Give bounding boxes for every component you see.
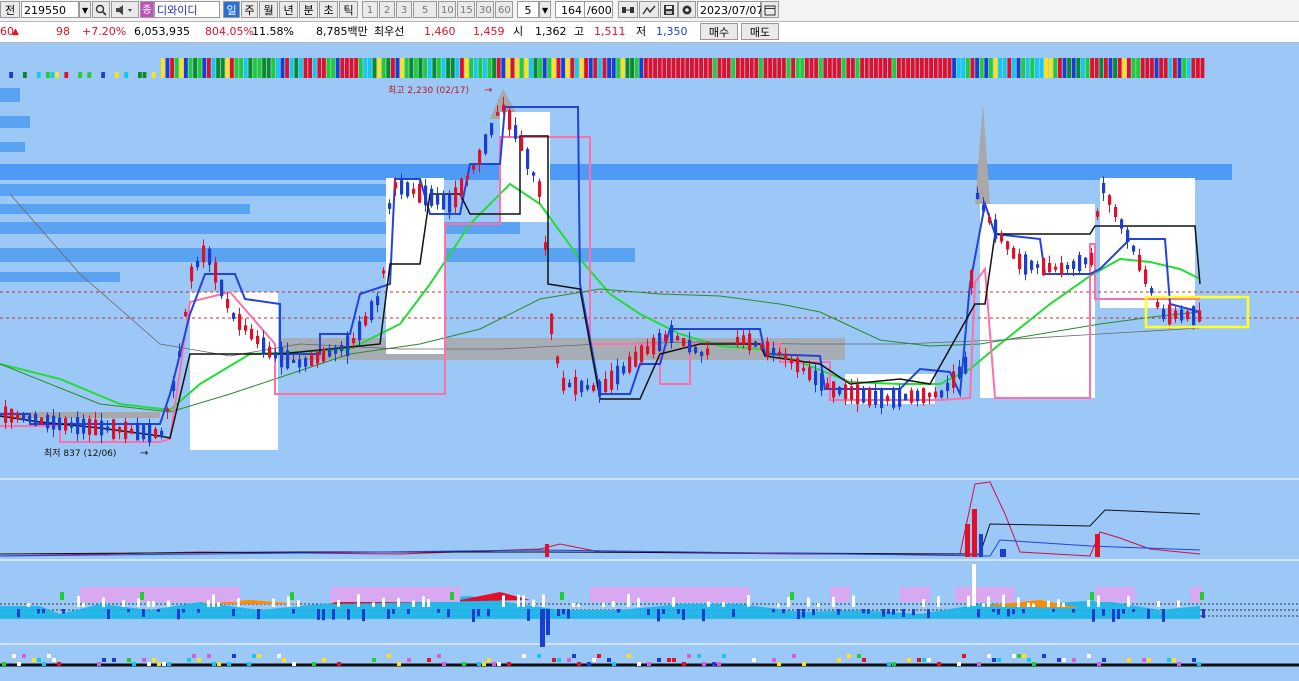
stock-name: 디와이디 <box>154 1 220 18</box>
best-bid: 1,459 <box>473 25 505 38</box>
interval-input[interactable]: 5 <box>517 1 539 18</box>
low-value: 1,350 <box>656 25 688 38</box>
high-value: 1,511 <box>594 25 626 38</box>
change-percent: +7.20% <box>82 25 127 38</box>
buy-button[interactable]: 매수 <box>700 23 738 40</box>
main-toolbar: 전 219550 ▼ 종 디와이디 일 주 월 년 분 초 틱 1 2 3 5 … <box>0 0 1299 22</box>
up-triangle-icon: ▲ <box>12 27 19 37</box>
high-marker-arrow: → <box>484 85 492 96</box>
interval-60[interactable]: 60 <box>495 1 513 18</box>
stock-prefix-badge: 종 <box>140 1 154 18</box>
count-total: /600 <box>585 1 613 18</box>
count-input[interactable]: 164 <box>555 1 585 18</box>
interval-10[interactable]: 10 <box>438 1 456 18</box>
low-marker-arrow: → <box>140 448 148 459</box>
amount: 8,785백만 <box>316 25 368 38</box>
low-marker-label: 최저 837 (12/06) <box>44 448 116 459</box>
tab-tick[interactable]: 틱 <box>339 1 358 18</box>
best-ask: 1,460 <box>424 25 456 38</box>
best-label: 최우선 <box>374 25 405 38</box>
volume: 6,053,935 <box>134 25 190 38</box>
open-value: 1,362 <box>535 25 567 38</box>
date-input[interactable]: 2023/07/07 <box>697 1 763 18</box>
speaker-icon[interactable] <box>111 1 139 18</box>
search-icon[interactable] <box>92 1 110 18</box>
tab-year[interactable]: 년 <box>279 1 298 18</box>
high-label: 고 <box>574 25 585 38</box>
tab-month[interactable]: 월 <box>259 1 278 18</box>
low-label: 저 <box>636 25 647 38</box>
price-panel <box>0 89 1299 450</box>
period-button[interactable]: 전 <box>0 1 20 18</box>
interval-1[interactable]: 1 <box>362 1 378 18</box>
interval-3[interactable]: 3 <box>396 1 412 18</box>
stock-code-input[interactable]: 219550 <box>21 1 79 18</box>
stock-chart[interactable]: 최고 2,230 (02/17) → 최저 837 (12/06) → <box>0 44 1299 681</box>
change-value: 98 <box>56 25 70 38</box>
signal-strip <box>9 58 1205 78</box>
high-marker-label: 최고 2,230 (02/17) <box>388 85 469 96</box>
settings-icon[interactable] <box>678 1 696 18</box>
sell-button[interactable]: 매도 <box>741 23 779 40</box>
dropdown-arrow-icon[interactable]: ▼ <box>79 1 91 18</box>
interval-30[interactable]: 30 <box>476 1 494 18</box>
open-label: 시 <box>513 25 524 38</box>
tab-day[interactable]: 일 <box>223 1 240 18</box>
interval-15[interactable]: 15 <box>457 1 475 18</box>
interval-2[interactable]: 2 <box>379 1 395 18</box>
turnover: 11.58% <box>252 25 294 38</box>
volume-panel <box>0 481 1201 557</box>
tab-second[interactable]: 초 <box>319 1 338 18</box>
link-icon[interactable] <box>618 1 638 18</box>
tab-week[interactable]: 주 <box>241 1 258 18</box>
interval-dropdown-icon[interactable]: ▼ <box>539 1 551 18</box>
signal-dots-panel <box>0 654 1299 667</box>
tab-minute[interactable]: 분 <box>299 1 318 18</box>
volume-ratio: 804.05% <box>205 25 254 38</box>
quote-bar: 60 ▲ 98 +7.20% 6,053,935 804.05% 11.58% … <box>0 22 1299 43</box>
magnify-icon[interactable] <box>639 1 659 18</box>
calendar-icon[interactable] <box>761 1 779 18</box>
oscillator-panel <box>0 564 1299 647</box>
save-icon[interactable] <box>660 1 678 18</box>
interval-5[interactable]: 5 <box>413 1 437 18</box>
